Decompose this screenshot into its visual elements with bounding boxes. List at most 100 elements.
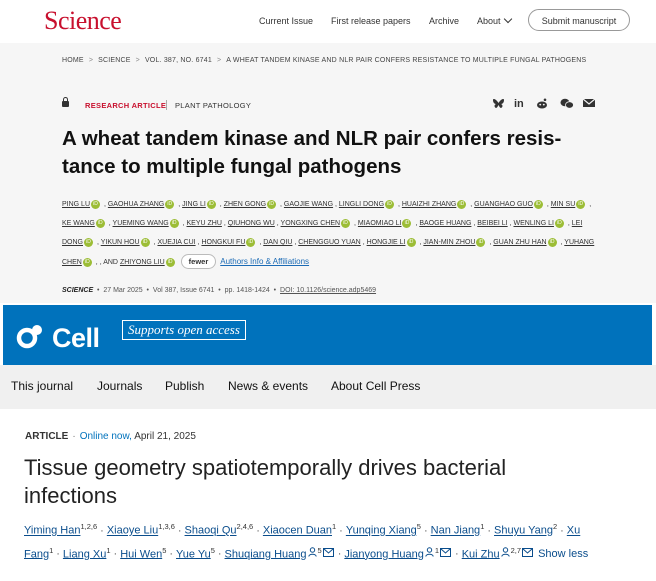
author-link[interactable]: HONGJIE LI: [367, 239, 406, 246]
science-logo[interactable]: Science: [44, 6, 122, 36]
orcid-icon[interactable]: iD: [533, 199, 543, 209]
affiliation-superscript[interactable]: 2: [553, 522, 557, 531]
orcid-icon[interactable]: iD: [406, 237, 416, 247]
author-link[interactable]: Xiaocen Duan: [263, 525, 332, 537]
author-link[interactable]: BEIBEI LI: [477, 220, 507, 227]
nav-news-events[interactable]: News & events: [228, 379, 308, 393]
author-link[interactable]: Nan Jiang: [431, 525, 481, 537]
author-link[interactable]: Jianyong Huang: [344, 548, 424, 560]
nav-current-issue[interactable]: Current Issue: [259, 16, 313, 26]
author-link[interactable]: Shaoqi Qu: [185, 525, 237, 537]
nav-about-cell-press[interactable]: About Cell Press: [331, 379, 420, 393]
volume-issue[interactable]: Vol 387, Issue 6741: [153, 287, 215, 294]
affiliation-superscript[interactable]: 1: [106, 546, 110, 555]
affiliation-superscript[interactable]: 5: [162, 546, 166, 555]
nav-publish[interactable]: Publish: [165, 379, 204, 393]
author-link[interactable]: JING LI: [182, 201, 206, 208]
affiliation-superscript[interactable]: 2,7: [511, 546, 521, 555]
show-less-button[interactable]: Show less: [538, 548, 588, 560]
author-link[interactable]: HUAIZHI ZHANG: [402, 201, 456, 208]
author-link[interactable]: QIUHONG WU: [228, 220, 275, 227]
author-link[interactable]: Shuyu Yang: [494, 525, 553, 537]
author-link[interactable]: HONGKUI FU: [201, 239, 245, 246]
author-link[interactable]: CHENGGUO YUAN: [298, 239, 361, 246]
affiliation-superscript[interactable]: 1: [332, 522, 336, 531]
author-link[interactable]: Liang Xu: [63, 548, 106, 560]
email-icon[interactable]: [582, 98, 596, 111]
affiliation-superscript[interactable]: 5: [318, 546, 322, 555]
orcid-icon[interactable]: iD: [82, 257, 92, 267]
author-link[interactable]: YIKUN HOU: [101, 239, 140, 246]
authors-affiliations-link[interactable]: Authors Info & Affiliations: [220, 257, 309, 266]
author-link[interactable]: KE WANG: [62, 220, 95, 227]
orcid-icon[interactable]: iD: [246, 237, 256, 247]
email-icon[interactable]: [322, 545, 334, 564]
orcid-icon[interactable]: iD: [267, 199, 277, 209]
author-link[interactable]: BAOGE HUANG: [419, 220, 471, 227]
author-link[interactable]: Kui Zhu: [462, 548, 500, 560]
nav-archive[interactable]: Archive: [429, 16, 459, 26]
orcid-icon[interactable]: iD: [547, 237, 557, 247]
author-link[interactable]: Yunqing Xiang: [346, 525, 417, 537]
author-link[interactable]: YUEMING WANG: [113, 220, 169, 227]
author-link[interactable]: KEYU ZHU: [187, 220, 222, 227]
author-link[interactable]: JIAN-MIN ZHOU: [423, 239, 475, 246]
submit-manuscript-button[interactable]: Submit manuscript: [528, 9, 630, 31]
email-icon[interactable]: [440, 545, 452, 564]
fewer-authors-button[interactable]: fewer: [180, 254, 217, 269]
orcid-icon[interactable]: iD: [576, 199, 586, 209]
author-link[interactable]: Yue Yu: [176, 548, 211, 560]
nav-first-release[interactable]: First release papers: [331, 16, 411, 26]
author-link[interactable]: GUAN ZHU HAN: [493, 239, 546, 246]
open-access-badge[interactable]: Supports open access: [122, 320, 246, 340]
author-link[interactable]: PING LU: [62, 201, 90, 208]
orcid-icon[interactable]: iD: [140, 237, 150, 247]
email-icon[interactable]: [522, 545, 534, 564]
author-link[interactable]: Shuqiang Huang: [225, 548, 307, 560]
orcid-icon[interactable]: iD: [91, 199, 101, 209]
author-link[interactable]: YONGXING CHEN: [281, 220, 341, 227]
affiliation-superscript[interactable]: 1: [435, 546, 439, 555]
orcid-icon[interactable]: iD: [84, 237, 93, 247]
cell-logo[interactable]: Cell: [16, 317, 106, 353]
author-link[interactable]: MIN SU: [551, 201, 576, 208]
author-link[interactable]: XUEJIA CUI: [157, 239, 195, 246]
breadcrumb-home[interactable]: HOME: [62, 57, 84, 64]
orcid-icon[interactable]: iD: [341, 218, 351, 228]
linkedin-icon[interactable]: in: [514, 98, 524, 110]
breadcrumb-volume[interactable]: VOL. 387, NO. 6741: [145, 57, 212, 64]
affiliation-superscript[interactable]: 5: [417, 522, 421, 531]
article-subject[interactable]: PLANT PATHOLOGY: [175, 101, 251, 110]
author-link[interactable]: ZHIYONG LIU: [120, 259, 165, 266]
affiliation-superscript[interactable]: 2,4,6: [237, 522, 254, 531]
author-link[interactable]: DAN QIU: [263, 239, 292, 246]
orcid-icon[interactable]: iD: [457, 199, 467, 209]
author-link[interactable]: MIAOMIAO LI: [358, 220, 402, 227]
affiliation-superscript[interactable]: 1,2,6: [80, 522, 97, 531]
online-now[interactable]: Online now,: [80, 431, 132, 442]
author-link[interactable]: GUANGHAO GUO: [474, 201, 533, 208]
author-link[interactable]: Yiming Han: [24, 525, 80, 537]
orcid-icon[interactable]: iD: [554, 218, 564, 228]
orcid-icon[interactable]: iD: [385, 199, 395, 209]
author-link[interactable]: Hui Wen: [120, 548, 162, 560]
affiliation-superscript[interactable]: 5: [211, 546, 215, 555]
author-link[interactable]: WENLING LI: [513, 220, 553, 227]
author-link[interactable]: GAOJIE WANG: [284, 201, 333, 208]
doi-link[interactable]: DOI: 10.1126/science.adp5469: [280, 287, 376, 294]
nav-journals[interactable]: Journals: [97, 379, 142, 393]
affiliation-superscript[interactable]: 1: [49, 546, 53, 555]
author-link[interactable]: LINGLI DONG: [339, 201, 384, 208]
author-link[interactable]: GAOHUA ZHANG: [108, 201, 164, 208]
nav-this-journal[interactable]: This journal: [11, 379, 73, 393]
orcid-icon[interactable]: iD: [402, 218, 412, 228]
breadcrumb-science[interactable]: SCIENCE: [98, 57, 131, 64]
orcid-icon[interactable]: iD: [169, 218, 179, 228]
orcid-icon[interactable]: iD: [476, 237, 486, 247]
author-link[interactable]: ZHEN GONG: [224, 201, 266, 208]
author-link[interactable]: Xiaoye Liu: [107, 525, 158, 537]
orcid-icon[interactable]: iD: [165, 199, 175, 209]
nav-about[interactable]: About: [477, 14, 512, 26]
affiliation-superscript[interactable]: 1: [480, 522, 484, 531]
orcid-icon[interactable]: iD: [95, 218, 105, 228]
